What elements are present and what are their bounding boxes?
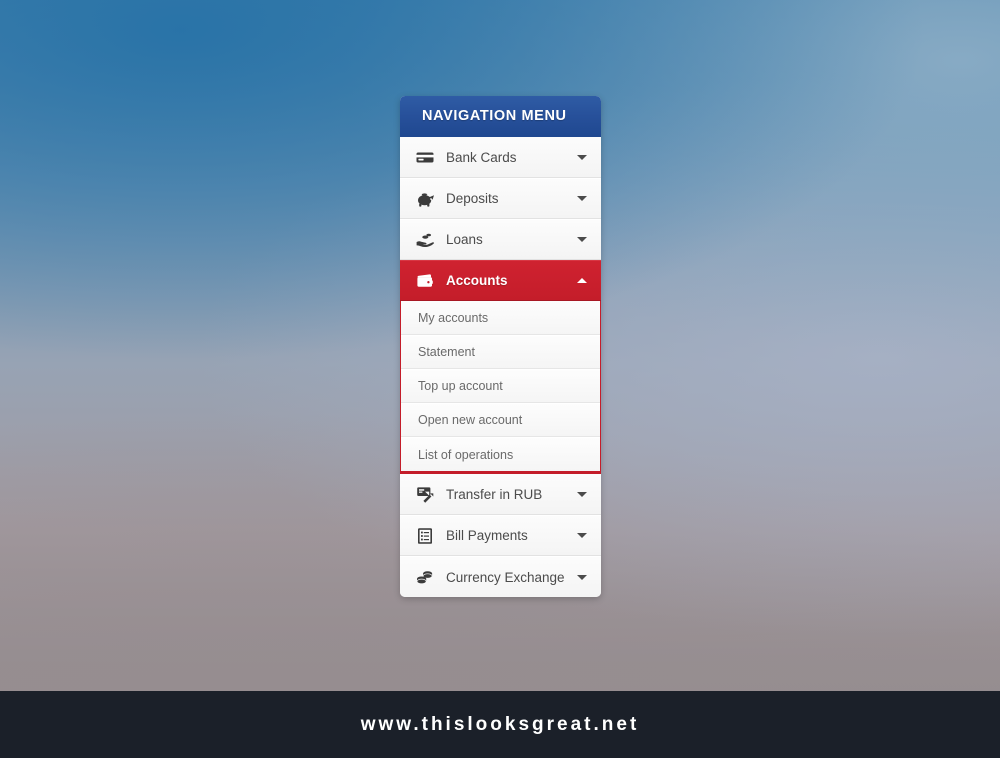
menu-item-label: Loans	[446, 232, 483, 247]
submenu-item-label: Top up account	[418, 379, 503, 393]
menu-item-label: Currency Exchange	[446, 569, 565, 585]
submenu-item-statement[interactable]: Statement	[401, 335, 600, 369]
menu-item-bank-cards[interactable]: Bank Cards	[400, 137, 601, 178]
chevron-up-icon[interactable]	[577, 278, 587, 283]
menu-item-label: Deposits	[446, 191, 499, 206]
submenu-item-list-of-operations[interactable]: List of operations	[401, 437, 600, 471]
chevron-down-icon[interactable]	[577, 196, 587, 201]
wallet-icon	[414, 270, 436, 292]
submenu-item-top-up-account[interactable]: Top up account	[401, 369, 600, 403]
chevron-down-icon[interactable]	[577, 533, 587, 538]
hand-coins-icon	[414, 229, 436, 251]
submenu-item-label: My accounts	[418, 310, 489, 325]
menu-item-currency-exchange[interactable]: Currency Exchange	[400, 556, 601, 597]
accounts-submenu: My accounts Statement Top up account Ope…	[400, 301, 601, 474]
submenu-item-label: Statement	[418, 345, 475, 359]
submenu-item-label: List of operations	[418, 447, 514, 462]
chevron-down-icon[interactable]	[577, 574, 587, 580]
chevron-down-icon[interactable]	[577, 237, 587, 242]
submenu-item-open-new-account[interactable]: Open new account	[401, 403, 600, 437]
submenu-item-my-accounts[interactable]: My accounts	[401, 301, 600, 335]
menu-item-transfer-in-rub[interactable]: Transfer in RUB	[400, 474, 601, 515]
footer-url: www.thislooksgreat.net	[360, 713, 640, 735]
menu-item-label: Bill Payments	[446, 528, 528, 543]
chevron-down-icon[interactable]	[577, 154, 587, 160]
menu-item-label: Bank Cards	[446, 149, 517, 165]
piggy-bank-icon	[414, 188, 436, 210]
chevron-down-icon[interactable]	[577, 491, 587, 497]
menu-item-loans[interactable]: Loans	[400, 219, 601, 260]
monitor-transfer-icon	[414, 483, 436, 505]
list-document-icon	[414, 525, 436, 547]
navigation-menu-header: NAVIGATION MENU	[400, 96, 601, 137]
navigation-menu-panel: NAVIGATION MENU Bank Cards Deposits Loan…	[400, 96, 601, 597]
menu-bottom-section: Transfer in RUB Bill Payments Currency E…	[400, 474, 601, 597]
credit-card-icon	[414, 146, 436, 168]
menu-item-accounts[interactable]: Accounts	[400, 260, 601, 301]
menu-item-deposits[interactable]: Deposits	[400, 178, 601, 219]
coins-stack-icon	[414, 566, 436, 588]
menu-item-bill-payments[interactable]: Bill Payments	[400, 515, 601, 556]
menu-item-label: Transfer in RUB	[446, 486, 543, 502]
footer-bar: www.thislooksgreat.net	[0, 691, 1000, 758]
menu-item-label: Accounts	[446, 273, 508, 288]
menu-top-section: Bank Cards Deposits Loans Accounts	[400, 137, 601, 301]
submenu-item-label: Open new account	[418, 413, 523, 427]
